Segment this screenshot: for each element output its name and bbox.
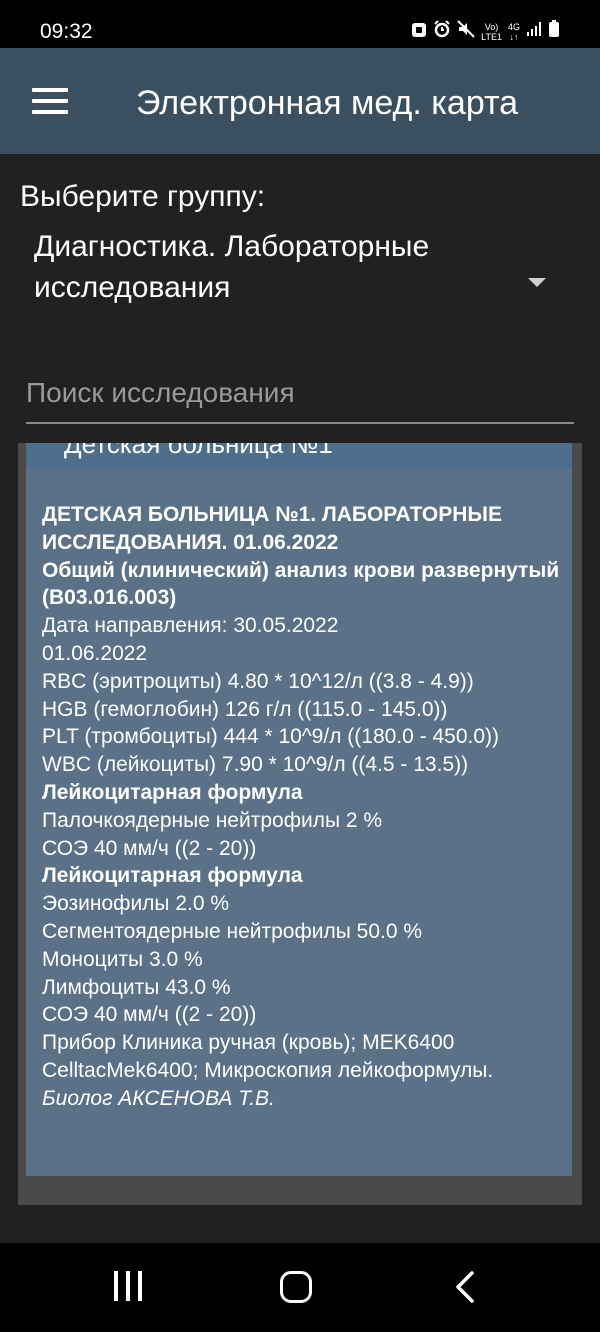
status-time: 09:32 [40, 20, 93, 43]
group-selected-value: Диагностика. Лабораторные исследования [34, 230, 430, 304]
card-header: Детская больница №1 [26, 443, 572, 469]
navigation-bar [0, 1243, 600, 1332]
card-body: ДЕТСКАЯ БОЛЬНИЦА №1. ЛАБОРАТОРНЫЕ ИССЛЕД… [42, 501, 562, 1113]
card-line: Лейкоцитарная формула [42, 780, 303, 804]
4g-data-icon: 4G ↓↑ [508, 22, 520, 42]
card-line: Палочкоядерные нейтрофилы 2 % [42, 808, 383, 832]
card-line: Лимфоциты 43.0 % [42, 975, 231, 999]
card-line: RBC (эритроциты) 4.80 * 10^12/л ((3.8 - … [42, 669, 474, 693]
mute-icon [457, 20, 475, 44]
volte-label-bottom: LTE1 [481, 32, 502, 42]
card-line: Биолог АКСЕНОВА Т.В. [42, 1086, 275, 1110]
alarm-icon [433, 20, 451, 44]
card-line: WBC (лейкоциты) 7.90 * 10^9/л ((4.5 - 13… [42, 753, 469, 777]
data-label-top: 4G [507, 22, 520, 32]
card-line: Моноциты 3.0 % [42, 947, 203, 971]
card-line: Сегментоядерные нейтрофилы 50.0 % [42, 919, 423, 943]
card-line: СОЭ 40 мм/ч ((2 - 20)) [42, 1003, 257, 1027]
volte-icon: Vo) LTE1 [481, 22, 502, 42]
card-header-title: Детская больница №1 [64, 443, 333, 459]
home-icon[interactable] [280, 1271, 312, 1305]
dropdown-arrow-icon [528, 278, 546, 287]
battery-icon [548, 20, 560, 44]
volte-label-top: Vo) [484, 22, 499, 32]
result-card[interactable]: Детская больница №1 ДЕТСКАЯ БОЛЬНИЦА №1.… [26, 443, 572, 1176]
search-input[interactable] [26, 370, 574, 424]
card-line: Лейкоцитарная формула [42, 864, 303, 888]
card-line: Эозинофилы 2.0 % [42, 892, 230, 916]
group-label: Выберите группу: [20, 180, 266, 213]
lock-app-icon [411, 20, 427, 44]
app-bar: Электронная мед. карта [0, 48, 600, 154]
signal-icon [526, 21, 542, 43]
hamburger-menu-icon[interactable] [32, 86, 70, 116]
card-line: 01.06.2022 [42, 641, 148, 665]
card-line: Прибор Клиника ручная (кровь); MEK6400 C… [42, 1031, 494, 1082]
card-line: PLT (тромбоциты) 444 * 10^9/л ((180.0 - … [42, 725, 500, 749]
results-list[interactable]: Детская больница №1 ДЕТСКАЯ БОЛЬНИЦА №1.… [18, 443, 582, 1205]
card-line: СОЭ 40 мм/ч ((2 - 20)) [42, 836, 257, 860]
status-bar: 09:32 Vo) LTE1 4G ↓↑ [0, 0, 600, 48]
data-label-bottom: ↓↑ [509, 32, 519, 42]
status-icons: Vo) LTE1 4G ↓↑ [411, 20, 560, 44]
back-icon[interactable] [454, 1271, 478, 1305]
recent-apps-icon[interactable] [114, 1271, 146, 1305]
card-line: Общий (клинический) анализ крови разверн… [42, 558, 560, 610]
card-line: HGB (гемоглобин) 126 г/л ((115.0 - 145.0… [42, 697, 448, 721]
app-title: Электронная мед. карта [136, 84, 519, 122]
card-line: ДЕТСКАЯ БОЛЬНИЦА №1. ЛАБОРАТОРНЫЕ ИССЛЕД… [42, 503, 502, 554]
group-dropdown[interactable]: Диагностика. Лабораторные исследования [20, 222, 580, 348]
card-line: Дата направления: 30.05.2022 [42, 614, 339, 638]
